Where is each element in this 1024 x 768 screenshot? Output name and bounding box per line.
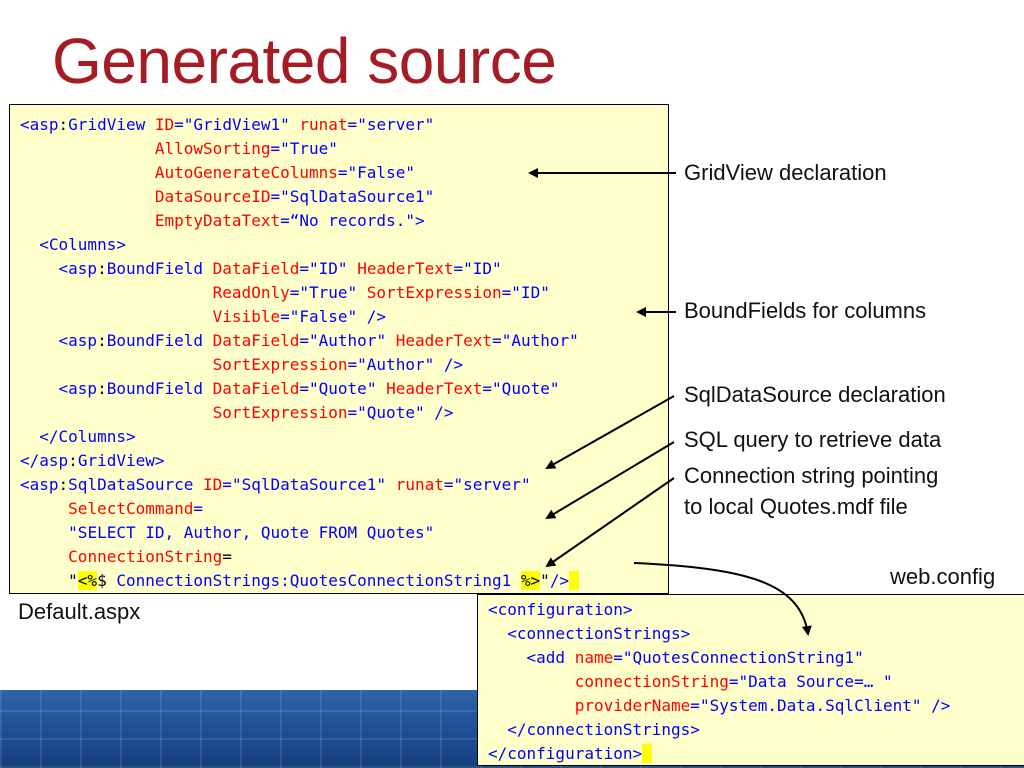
arrow-connection-string <box>545 477 675 568</box>
annotation-arrows <box>528 168 812 636</box>
arrow-sqldatasource <box>545 395 675 469</box>
arrow-to-webconfig <box>633 562 812 636</box>
arrow-sql-query <box>545 441 675 520</box>
